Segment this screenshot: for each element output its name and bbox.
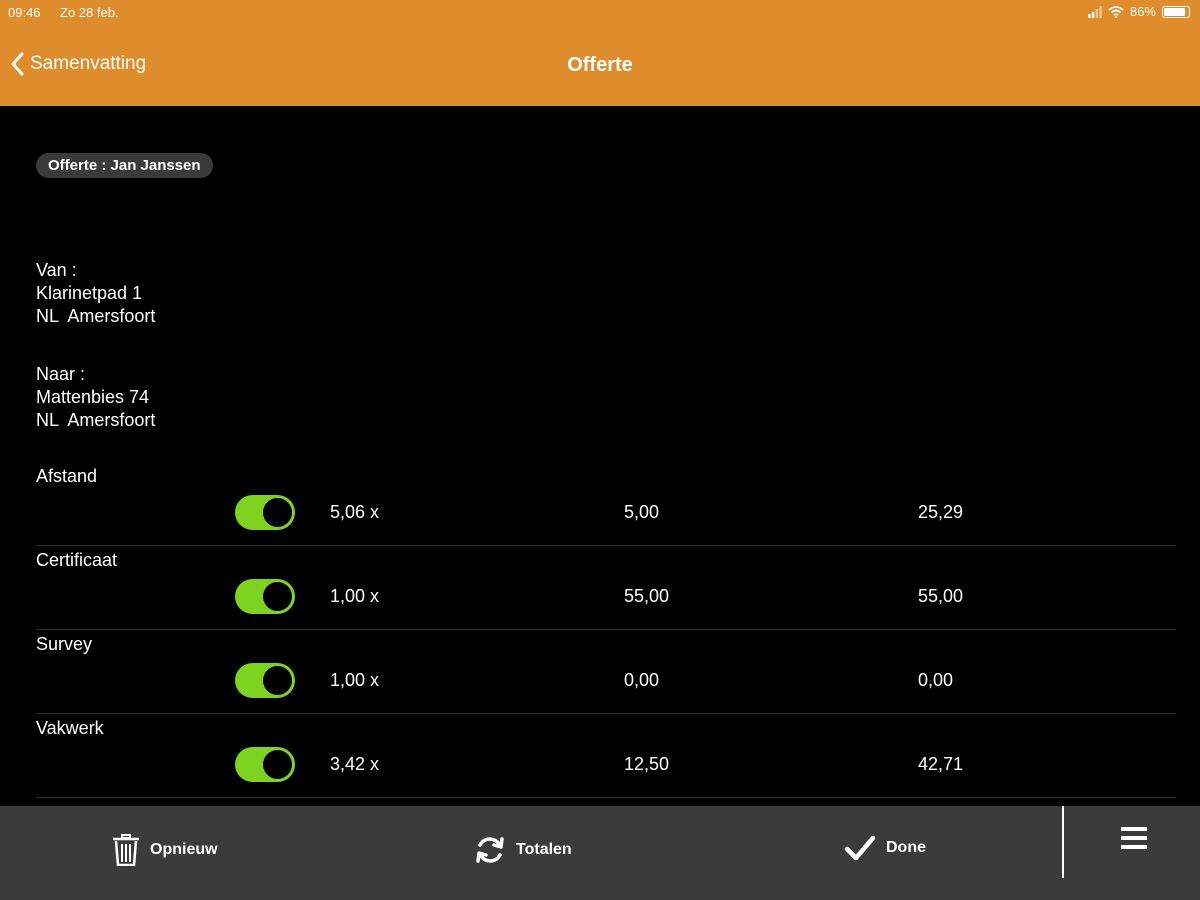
to-label: Naar :: [36, 364, 86, 384]
totals-label: Totalen: [516, 841, 572, 858]
toggle-knob: [263, 750, 292, 779]
toggle-knob: [263, 498, 292, 527]
hamburger-menu-icon: [1121, 827, 1147, 849]
list-item: Afstand 5,06 x 5,00 25,29: [36, 462, 1176, 546]
item-total: 25,29: [918, 502, 964, 522]
item-total: 55,00: [918, 586, 964, 606]
signal-icon: [1087, 5, 1102, 18]
item-quantity: 1,00 x: [330, 586, 380, 606]
item-label: Survey: [36, 634, 93, 654]
toolbar-divider: [1062, 806, 1064, 878]
reset-label: Opnieuw: [150, 841, 218, 858]
item-total: 42,71: [918, 754, 964, 774]
list-item: Survey 1,00 x 0,00 0,00: [36, 630, 1176, 714]
from-label: Van :: [36, 260, 77, 280]
item-toggle[interactable]: [235, 579, 295, 614]
battery-percent: 86%: [1129, 4, 1156, 19]
refresh-icon: [476, 837, 504, 863]
list-item: Certificaat 1,00 x 55,00 55,00: [36, 546, 1176, 630]
bottom-toolbar: Opnieuw Totalen Done: [0, 806, 1200, 900]
item-toggle[interactable]: [235, 747, 295, 782]
line-items: Afstand 5,06 x 5,00 25,29 Certificaat 1,…: [36, 462, 1176, 798]
done-button[interactable]: Done: [844, 834, 926, 862]
item-quantity: 1,00 x: [330, 670, 380, 690]
item-label: Vakwerk: [36, 718, 104, 738]
item-price: 12,50: [624, 754, 670, 774]
item-quantity: 3,42 x: [330, 754, 380, 774]
battery-icon: [1162, 5, 1190, 18]
item-toggle[interactable]: [235, 663, 295, 698]
item-price: 0,00: [624, 670, 660, 690]
checkmark-icon: [844, 835, 876, 861]
done-label: Done: [886, 839, 926, 856]
item-price: 5,00: [624, 502, 660, 522]
item-total: 0,00: [918, 670, 954, 690]
item-label: Certificaat: [36, 550, 118, 570]
header-bar: 09:46 Zo 28 feb. 86% Samenvatting Offert…: [0, 0, 1200, 106]
status-indicators: 86%: [1087, 4, 1190, 19]
from-street: Klarinetpad 1: [36, 283, 143, 303]
trash-icon: [113, 834, 139, 866]
list-item: Vakwerk 3,42 x 12,50 42,71: [36, 714, 1176, 798]
status-date: Zo 28 feb.: [60, 5, 119, 20]
wifi-icon: [1108, 5, 1124, 18]
to-address: Naar : Mattenbies 74 NL Amersfoort: [36, 363, 155, 432]
item-label: Afstand: [36, 466, 98, 486]
item-price: 55,00: [624, 586, 670, 606]
menu-button[interactable]: [1121, 826, 1147, 855]
totals-button[interactable]: Totalen: [474, 834, 572, 866]
from-address: Van : Klarinetpad 1 NL Amersfoort: [36, 259, 155, 328]
toggle-knob: [263, 582, 292, 611]
from-city: NL Amersfoort: [36, 306, 156, 326]
quote-badge: Offerte : Jan Janssen: [36, 153, 213, 178]
battery-fill: [1164, 7, 1185, 16]
item-toggle[interactable]: [235, 495, 295, 530]
item-quantity: 5,06 x: [330, 502, 380, 522]
to-city: NL Amersfoort: [36, 410, 156, 430]
to-street: Mattenbies 74: [36, 387, 150, 407]
status-time: 09:46: [8, 5, 41, 20]
reset-button[interactable]: Opnieuw: [112, 834, 218, 866]
page-title: Offerte: [567, 54, 633, 76]
toggle-knob: [263, 666, 292, 695]
